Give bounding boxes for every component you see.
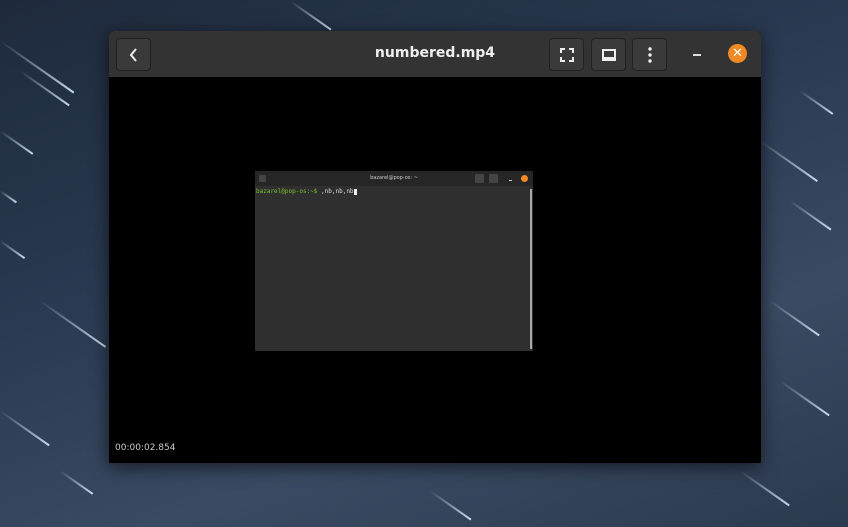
star-streak xyxy=(0,410,50,447)
terminal-line: bazarel@pop-os:~$ ,nb,nb,nb xyxy=(255,186,533,197)
header-bar: numbered.mp4 ✕ xyxy=(109,31,761,77)
star-streak xyxy=(779,380,830,417)
star-streak xyxy=(759,140,818,182)
command: ,nb,nb,nb xyxy=(317,188,354,195)
hamburger-icon xyxy=(489,174,498,183)
kebab-menu-icon xyxy=(647,46,652,63)
star-streak xyxy=(289,0,332,31)
minimize-icon[interactable] xyxy=(693,54,701,56)
timestamp: 00:00:02.854 xyxy=(115,443,176,453)
video-frame-terminal: bazarel@pop-os: ~ bazarel@pop-os:~$ ,nb,… xyxy=(255,171,533,351)
scrollbar xyxy=(530,189,532,349)
star-streak xyxy=(0,40,75,94)
search-icon xyxy=(475,174,484,183)
minimize-icon xyxy=(509,180,512,181)
fullscreen-button[interactable] xyxy=(549,38,584,71)
terminal-header: bazarel@pop-os: ~ xyxy=(255,171,533,186)
back-button[interactable] xyxy=(116,38,151,71)
subtitles-icon xyxy=(601,48,616,61)
close-button[interactable]: ✕ xyxy=(728,44,747,63)
star-streak xyxy=(429,490,472,521)
menu-button[interactable] xyxy=(632,38,667,71)
star-streak xyxy=(739,470,790,507)
chevron-left-icon xyxy=(129,47,137,62)
star-streak xyxy=(799,90,834,115)
star-streak xyxy=(0,130,34,155)
video-player-window: numbered.mp4 ✕ bazarel@pop-os: ~ bazarel… xyxy=(109,31,761,463)
star-streak xyxy=(0,190,17,204)
star-streak xyxy=(39,300,107,348)
subtitles-button[interactable] xyxy=(591,38,626,71)
star-streak xyxy=(59,470,94,495)
close-icon xyxy=(521,175,528,182)
star-streak xyxy=(0,240,26,260)
fullscreen-icon xyxy=(559,47,574,62)
star-streak xyxy=(19,70,70,107)
prompt: bazarel@pop-os:~$ xyxy=(256,188,318,195)
star-streak xyxy=(769,300,820,337)
close-icon: ✕ xyxy=(732,46,743,61)
cursor xyxy=(353,188,357,195)
star-streak xyxy=(789,200,832,231)
